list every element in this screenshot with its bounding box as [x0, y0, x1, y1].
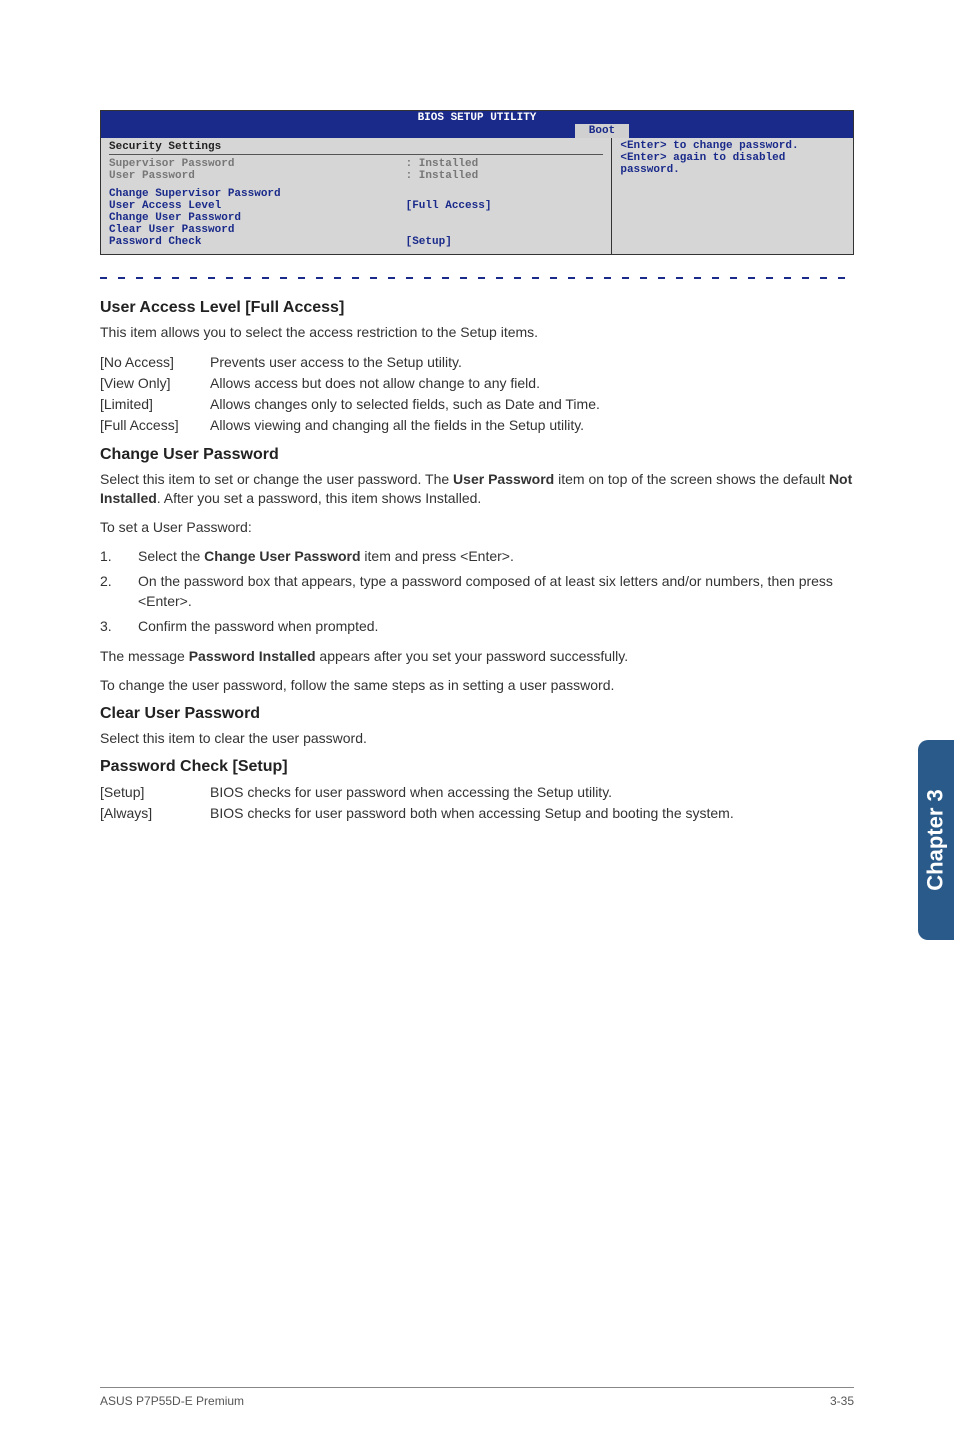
def-term: [Setup] — [100, 782, 210, 803]
def-desc: Allows changes only to selected fields, … — [210, 394, 854, 415]
bios-row-userpwd: User Password : Installed — [109, 170, 603, 182]
step-item: 2.On the password box that appears, type… — [100, 572, 854, 611]
def-term: [Limited] — [100, 394, 210, 415]
bios-bottom-divider — [100, 277, 854, 279]
bios-row-ual: User Access Level [Full Access] — [109, 200, 603, 212]
heading-cup: Change User Password — [100, 446, 854, 464]
def-row: [Always]BIOS checks for user password bo… — [100, 803, 854, 824]
text-cup-p2: To set a User Password: — [100, 518, 854, 537]
def-row: [Limited]Allows changes only to selected… — [100, 394, 854, 415]
def-list-pwc: [Setup]BIOS checks for user password whe… — [100, 782, 854, 824]
bios-label: Clear User Password — [109, 224, 406, 236]
t-bold: Change User Password — [204, 548, 360, 564]
step-num: 3. — [100, 617, 138, 637]
text-cup-p1: Select this item to set or change the us… — [100, 470, 854, 508]
bios-label: Supervisor Password — [109, 158, 406, 170]
def-term: [Always] — [100, 803, 210, 824]
bios-label: Change Supervisor Password — [109, 188, 406, 200]
footer-right: 3-35 — [830, 1394, 854, 1408]
heading-pwc: Password Check [Setup] — [100, 758, 854, 776]
step-item: 1.Select the Change User Password item a… — [100, 547, 854, 567]
t-bold: Password Installed — [189, 648, 316, 664]
bios-value: : Installed — [406, 158, 604, 170]
def-list-ual: [No Access]Prevents user access to the S… — [100, 352, 854, 436]
text-cup-p3: The message Password Installed appears a… — [100, 647, 854, 666]
bios-row-clear-user: Clear User Password — [109, 224, 603, 236]
def-term: [View Only] — [100, 373, 210, 394]
def-desc: Allows viewing and changing all the fiel… — [210, 415, 854, 436]
tab-spacer — [101, 124, 575, 138]
step-text: Confirm the password when prompted. — [138, 617, 854, 637]
def-desc: Allows access but does not allow change … — [210, 373, 854, 394]
chapter-tab-label: Chapter 3 — [923, 789, 949, 890]
steps-list: 1.Select the Change User Password item a… — [100, 547, 854, 637]
def-row: [Full Access]Allows viewing and changing… — [100, 415, 854, 436]
def-row: [Setup]BIOS checks for user password whe… — [100, 782, 854, 803]
bios-row-supervisor: Supervisor Password : Installed — [109, 158, 603, 170]
t: item on top of the screen shows the defa… — [554, 471, 829, 487]
text-clp: Select this item to clear the user passw… — [100, 729, 854, 748]
bios-label: Change User Password — [109, 212, 406, 224]
bios-value: [Full Access] — [406, 200, 604, 212]
page: BIOS SETUP UTILITY Boot Security Setting… — [0, 0, 954, 1438]
t: item and press <Enter>. — [361, 548, 514, 564]
bios-title: BIOS SETUP UTILITY — [101, 111, 853, 124]
bios-label: User Password — [109, 170, 406, 182]
step-text: On the password box that appears, type a… — [138, 572, 854, 611]
bios-left-panel: Security Settings Supervisor Password : … — [101, 138, 612, 254]
def-desc: BIOS checks for user password when acces… — [210, 782, 854, 803]
bios-label: User Access Level — [109, 200, 406, 212]
t: The message — [100, 648, 189, 664]
footer-left: ASUS P7P55D-E Premium — [100, 1394, 244, 1408]
t: Select this item to set or change the us… — [100, 471, 453, 487]
bios-value: : Installed — [406, 170, 604, 182]
bios-screenshot: BIOS SETUP UTILITY Boot Security Setting… — [100, 110, 854, 255]
bios-tabs: Boot — [101, 124, 853, 138]
text-cup-p4: To change the user password, follow the … — [100, 676, 854, 695]
def-row: [No Access]Prevents user access to the S… — [100, 352, 854, 373]
t-bold: User Password — [453, 471, 554, 487]
bios-tab-boot: Boot — [575, 124, 629, 138]
t: . After you set a password, this item sh… — [157, 490, 481, 506]
def-term: [No Access] — [100, 352, 210, 373]
chapter-tab: Chapter 3 — [918, 740, 954, 940]
heading-clp: Clear User Password — [100, 705, 854, 723]
bios-section-title: Security Settings — [109, 140, 603, 155]
step-text: Select the Change User Password item and… — [138, 547, 854, 567]
text-ual-intro: This item allows you to select the acces… — [100, 323, 854, 342]
bios-body: Security Settings Supervisor Password : … — [101, 138, 853, 254]
def-desc: BIOS checks for user password both when … — [210, 803, 854, 824]
def-desc: Prevents user access to the Setup utilit… — [210, 352, 854, 373]
def-term: [Full Access] — [100, 415, 210, 436]
bios-value: [Setup] — [406, 236, 604, 248]
bios-row-change-supervisor: Change Supervisor Password — [109, 188, 603, 200]
bios-row-pwd-check: Password Check [Setup] — [109, 236, 603, 248]
def-row: [View Only]Allows access but does not al… — [100, 373, 854, 394]
page-footer: ASUS P7P55D-E Premium 3-35 — [100, 1387, 854, 1408]
step-num: 1. — [100, 547, 138, 567]
bios-help-text: <Enter> to change password. <Enter> agai… — [620, 140, 845, 176]
bios-label: Password Check — [109, 236, 406, 248]
bios-help-panel: <Enter> to change password. <Enter> agai… — [612, 138, 853, 254]
step-num: 2. — [100, 572, 138, 611]
t: Select the — [138, 548, 204, 564]
heading-ual: User Access Level [Full Access] — [100, 299, 854, 317]
t: appears after you set your password succ… — [316, 648, 629, 664]
step-item: 3.Confirm the password when prompted. — [100, 617, 854, 637]
bios-row-change-user: Change User Password — [109, 212, 603, 224]
